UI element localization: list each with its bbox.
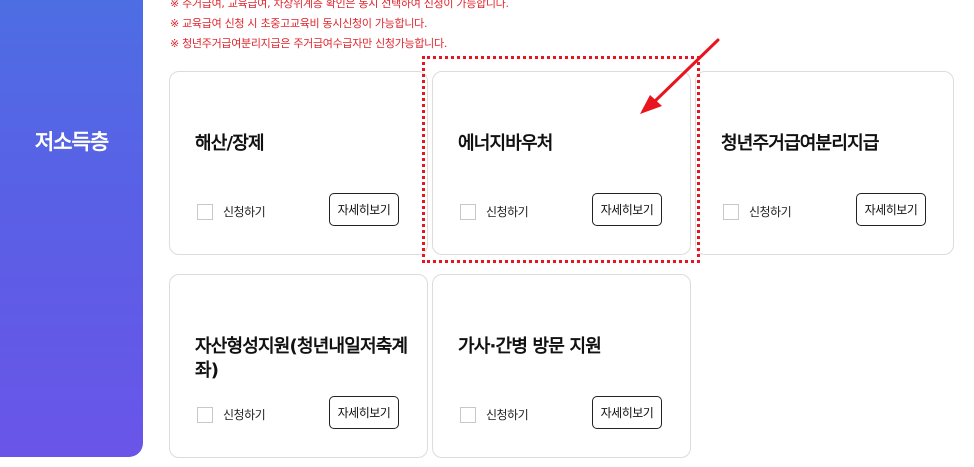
annotation-arrow-icon — [640, 38, 720, 114]
